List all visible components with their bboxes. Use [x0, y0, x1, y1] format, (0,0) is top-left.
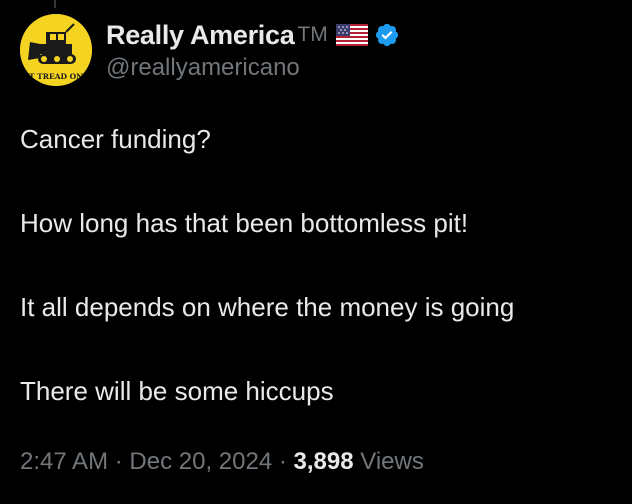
- tweet-line: It all depends on where the money is goi…: [20, 292, 515, 322]
- line-spacer: [20, 160, 620, 202]
- views-count[interactable]: 3,898: [294, 448, 354, 475]
- tweet-line: Cancer funding?: [20, 124, 211, 154]
- tweet-line: There will be some hiccups: [20, 376, 334, 406]
- author-handle[interactable]: @reallyamericano: [106, 54, 400, 82]
- us-flag-icon: [335, 24, 368, 46]
- display-name[interactable]: Really America: [106, 20, 295, 51]
- avatar[interactable]: T TREAD ON: [20, 14, 92, 86]
- trademark-label: TM: [297, 23, 328, 46]
- bulldozer-logo-icon: T TREAD ON: [20, 14, 92, 86]
- line-spacer: [20, 244, 620, 286]
- tweet-header: T TREAD ON Really America TM @reallyamer…: [20, 12, 400, 88]
- tweet-date[interactable]: Dec 20, 2024: [129, 448, 272, 475]
- tweet-meta: 2:47 AM · Dec 20, 2024 · 3,898 Views: [20, 448, 424, 476]
- display-name-row: Really America TM: [106, 18, 400, 52]
- tweet-line: How long has that been bottomless pit!: [20, 208, 469, 238]
- meta-separator: ·: [278, 448, 287, 475]
- thread-connector-line: [54, 0, 56, 8]
- meta-separator: ·: [114, 448, 123, 475]
- tweet-time[interactable]: 2:47 AM: [20, 448, 108, 475]
- views-label: Views: [360, 448, 424, 475]
- author-names: Really America TM @reallyamericano: [106, 18, 400, 82]
- line-spacer: [20, 328, 620, 370]
- tweet-body: Cancer funding? How long has that been b…: [20, 118, 620, 412]
- avatar-logo-text: T TREAD ON: [29, 72, 83, 81]
- verified-badge-icon[interactable]: [374, 22, 400, 48]
